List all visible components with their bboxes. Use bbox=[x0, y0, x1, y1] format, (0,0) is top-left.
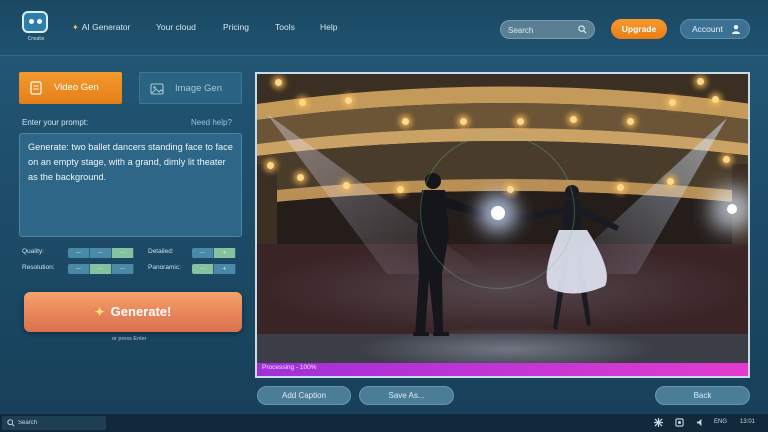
prompt-label: Enter your prompt: bbox=[22, 118, 89, 127]
panoramic-option-1[interactable]: — bbox=[192, 264, 214, 274]
user-icon bbox=[732, 25, 740, 34]
stage-light bbox=[570, 116, 577, 123]
resolution-option-1[interactable]: — bbox=[68, 264, 90, 274]
resolution-option-3[interactable]: — bbox=[112, 264, 134, 274]
stage-light bbox=[617, 184, 624, 191]
account-label: Account bbox=[692, 24, 723, 34]
detailed-option-1[interactable]: — bbox=[192, 248, 214, 258]
tab-video-gen-label: Video Gen bbox=[54, 82, 99, 93]
stage-light bbox=[267, 162, 274, 169]
lens-flare bbox=[491, 206, 505, 220]
stage-light bbox=[397, 186, 404, 193]
quality-selector[interactable]: — — — bbox=[68, 248, 134, 258]
add-caption-button[interactable]: Add Caption bbox=[257, 386, 351, 405]
nav-link-label: AI Generator bbox=[81, 22, 131, 32]
os-taskbar: ENG 13:01 bbox=[0, 414, 768, 432]
resolution-label: Resolution: bbox=[22, 264, 55, 271]
taskbar-search[interactable] bbox=[2, 416, 106, 430]
logo-caption: Create bbox=[27, 36, 45, 42]
clock[interactable]: 13:01 bbox=[740, 419, 755, 425]
search-input[interactable] bbox=[508, 24, 578, 36]
nav-link-ai-generator[interactable]: ✦ AI Generator bbox=[72, 22, 130, 32]
language-indicator[interactable]: ENG bbox=[714, 419, 727, 425]
nav-link-your-cloud[interactable]: Your cloud bbox=[156, 22, 196, 32]
stage-light bbox=[712, 96, 719, 103]
video-preview[interactable]: Processing - 100% bbox=[255, 72, 750, 378]
upgrade-button[interactable]: Upgrade bbox=[611, 19, 667, 39]
stage-light bbox=[723, 156, 730, 163]
generate-label: Generate! bbox=[110, 304, 172, 319]
progress-bar: Processing - 100% bbox=[257, 363, 748, 376]
stage-light bbox=[299, 99, 306, 106]
nav-link-tools[interactable]: Tools bbox=[275, 22, 295, 32]
resolution-selector[interactable]: — — — bbox=[68, 264, 134, 274]
spotlight-glow bbox=[727, 204, 737, 214]
top-nav: Create ✦ AI Generator Your cloud Pricing … bbox=[0, 0, 768, 56]
stage-light bbox=[517, 118, 524, 125]
stage-light bbox=[275, 79, 282, 86]
stage-light bbox=[697, 78, 704, 85]
stage-light bbox=[345, 97, 352, 104]
panoramic-option-2[interactable]: + bbox=[214, 264, 236, 274]
detailed-label: Detailed: bbox=[148, 248, 174, 255]
quality-option-3[interactable]: — bbox=[112, 248, 134, 258]
video-file-icon bbox=[30, 81, 42, 95]
search-icon[interactable] bbox=[578, 25, 587, 34]
stage-light bbox=[402, 118, 409, 125]
search-icon bbox=[7, 419, 15, 427]
network-icon[interactable] bbox=[675, 418, 684, 427]
tab-video-gen[interactable]: Video Gen bbox=[19, 72, 122, 104]
stage-light bbox=[460, 118, 467, 125]
taskbar-search-input[interactable] bbox=[18, 418, 98, 428]
back-button[interactable]: Back bbox=[655, 386, 750, 405]
panoramic-selector[interactable]: — + bbox=[192, 264, 236, 274]
volume-icon[interactable] bbox=[696, 418, 705, 427]
panoramic-label: Panoramic: bbox=[148, 264, 181, 271]
quality-label: Quality: bbox=[22, 248, 45, 255]
nav-link-help[interactable]: Help bbox=[320, 22, 337, 32]
resolution-option-2[interactable]: — bbox=[90, 264, 112, 274]
quality-option-1[interactable]: — bbox=[68, 248, 90, 258]
prompt-textarea[interactable]: Generate: two ballet dancers standing fa… bbox=[19, 133, 242, 237]
stage-light bbox=[627, 118, 634, 125]
detailed-option-2[interactable]: + bbox=[214, 248, 236, 258]
search-box[interactable] bbox=[500, 20, 595, 39]
quality-option-2[interactable]: — bbox=[90, 248, 112, 258]
settings-icon[interactable] bbox=[654, 418, 663, 427]
generate-button[interactable]: ✦ Generate! bbox=[24, 292, 242, 332]
tab-image-gen[interactable]: Image Gen bbox=[139, 72, 242, 104]
generate-hint: or press Enter bbox=[112, 336, 147, 342]
tab-image-gen-label: Image Gen bbox=[175, 83, 222, 94]
account-button[interactable]: Account bbox=[680, 19, 750, 39]
stage-light bbox=[343, 182, 350, 189]
stage-light bbox=[669, 99, 676, 106]
nav-link-pricing[interactable]: Pricing bbox=[223, 22, 249, 32]
sparkle-icon: ✦ bbox=[72, 23, 79, 32]
app-logo-icon[interactable] bbox=[22, 11, 48, 33]
image-icon bbox=[150, 83, 164, 95]
need-help-link[interactable]: Need help? bbox=[191, 118, 232, 127]
stage-light bbox=[297, 174, 304, 181]
progress-fill bbox=[257, 363, 748, 376]
save-as-button[interactable]: Save As... bbox=[359, 386, 454, 405]
stage-light bbox=[667, 178, 674, 185]
progress-text: Processing - 100% bbox=[262, 364, 317, 371]
sparkle-icon: ✦ bbox=[94, 305, 105, 319]
detailed-selector[interactable]: — + bbox=[192, 248, 236, 258]
